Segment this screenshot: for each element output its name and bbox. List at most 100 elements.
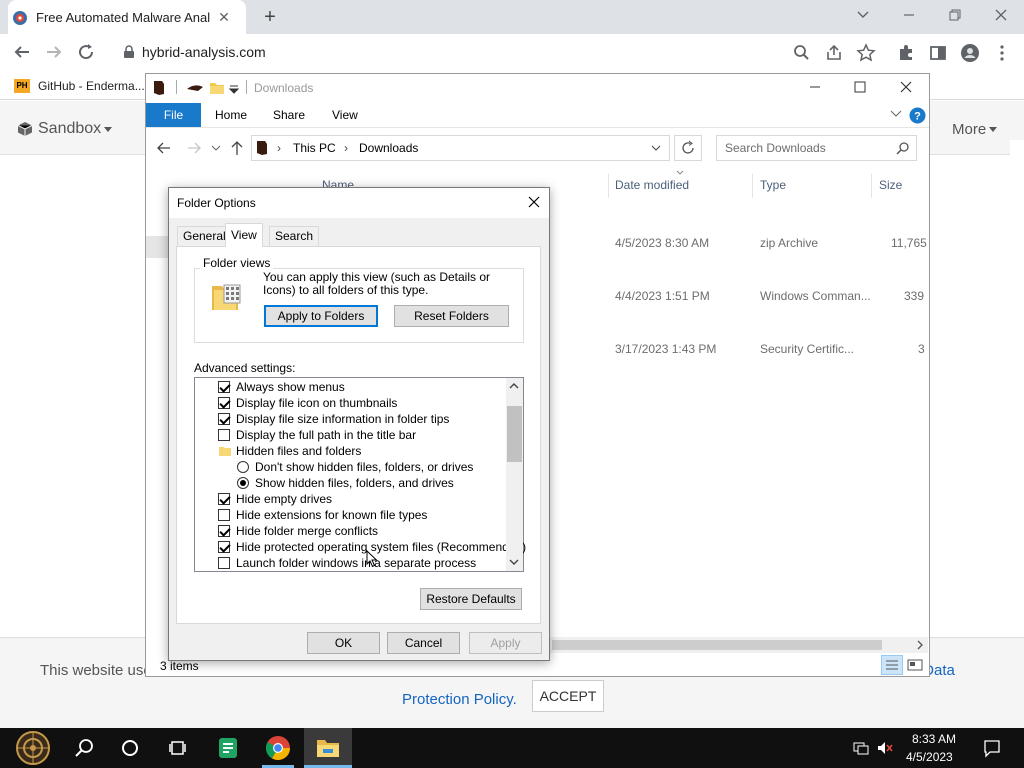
- setting-hide-protected-os-files[interactable]: Hide protected operating system files (R…: [218, 539, 526, 555]
- browser-close-icon[interactable]: [981, 4, 1021, 26]
- checkbox-icon[interactable]: [218, 509, 230, 521]
- column-separator[interactable]: [871, 174, 872, 198]
- checkbox-icon[interactable]: [218, 541, 230, 553]
- scroll-down-icon[interactable]: [509, 558, 519, 566]
- breadcrumb-this-pc[interactable]: This PC: [293, 141, 336, 155]
- column-size[interactable]: Size: [879, 178, 902, 192]
- ribbon-expand-chevron-icon[interactable]: [890, 110, 902, 118]
- file-row-date[interactable]: 4/4/2023 1:51 PM: [615, 289, 710, 303]
- forward-arrow-icon[interactable]: [42, 40, 66, 64]
- qa-customize-icon[interactable]: [229, 84, 239, 94]
- setting-display-full-path[interactable]: Display the full path in the title bar: [218, 427, 498, 443]
- task-view-icon[interactable]: [162, 732, 194, 764]
- dialog-close-icon[interactable]: [520, 190, 548, 214]
- checkbox-icon[interactable]: [218, 525, 230, 537]
- ribbon-home-tab[interactable]: Home: [215, 108, 247, 122]
- breadcrumb-downloads[interactable]: Downloads: [359, 141, 418, 155]
- radio-icon[interactable]: [237, 461, 249, 473]
- properties-icon[interactable]: [186, 83, 204, 93]
- explorer-search-icon[interactable]: [896, 141, 910, 155]
- file-row-type[interactable]: Windows Comman...: [760, 289, 871, 303]
- radio-icon[interactable]: [237, 477, 249, 489]
- explorer-search-placeholder[interactable]: Search Downloads: [725, 141, 826, 155]
- checkbox-icon[interactable]: [218, 557, 230, 569]
- setting-hide-empty-drives[interactable]: Hide empty drives: [218, 491, 498, 507]
- tab-general[interactable]: General: [177, 226, 232, 246]
- reload-icon[interactable]: [74, 40, 98, 64]
- tab-close-icon[interactable]: ✕: [216, 9, 232, 25]
- setting-hide-extensions[interactable]: Hide extensions for known file types: [218, 507, 498, 523]
- setting-always-show-menus[interactable]: Always show menus: [218, 379, 498, 395]
- sheets-app-icon[interactable]: [212, 732, 244, 764]
- taskbar-search-icon[interactable]: [68, 732, 100, 764]
- tab-search[interactable]: Search: [269, 226, 320, 246]
- file-explorer-taskbar-icon[interactable]: [312, 732, 344, 764]
- file-row-date[interactable]: 3/17/2023 1:43 PM: [615, 342, 716, 356]
- file-row-type[interactable]: zip Archive: [760, 236, 818, 250]
- profile-avatar-icon[interactable]: [960, 43, 980, 63]
- checkbox-icon[interactable]: [218, 397, 230, 409]
- side-panel-icon[interactable]: [928, 43, 948, 63]
- back-arrow-icon[interactable]: [10, 40, 34, 64]
- bookmark-star-icon[interactable]: [856, 43, 876, 63]
- help-icon[interactable]: ?: [909, 107, 926, 124]
- cortana-icon[interactable]: [114, 732, 146, 764]
- file-row-size[interactable]: 3: [918, 342, 925, 356]
- new-tab-button[interactable]: +: [258, 6, 282, 28]
- column-type[interactable]: Type: [760, 178, 786, 192]
- setting-dont-show-hidden[interactable]: Don't show hidden files, folders, or dri…: [237, 459, 499, 475]
- reset-folders-button[interactable]: Reset Folders: [394, 305, 509, 327]
- setting-display-file-size[interactable]: Display file size information in folder …: [218, 411, 498, 427]
- cancel-button[interactable]: Cancel: [387, 632, 460, 654]
- start-button-icon[interactable]: [14, 730, 52, 766]
- explorer-forward-icon[interactable]: [186, 141, 202, 155]
- ribbon-share-tab[interactable]: Share: [273, 108, 305, 122]
- column-separator[interactable]: [752, 174, 753, 198]
- hscroll-right-icon[interactable]: [916, 640, 924, 650]
- tab-view[interactable]: View: [225, 223, 263, 247]
- setting-display-file-icon[interactable]: Display file icon on thumbnails: [218, 395, 498, 411]
- ribbon-file-tab[interactable]: File: [146, 103, 201, 127]
- file-row-type[interactable]: Security Certific...: [760, 342, 854, 356]
- apply-to-folders-button[interactable]: Apply to Folders: [264, 305, 378, 327]
- restore-defaults-button[interactable]: Restore Defaults: [420, 588, 522, 610]
- explorer-minimize-icon[interactable]: [792, 76, 838, 98]
- chrome-taskbar-icon[interactable]: [262, 732, 294, 764]
- extensions-puzzle-icon[interactable]: [896, 43, 916, 63]
- share-icon[interactable]: [824, 43, 844, 63]
- zoom-search-icon[interactable]: [792, 43, 812, 63]
- bookmark-github[interactable]: GitHub - Enderma...: [38, 79, 145, 93]
- taskbar-clock-date[interactable]: 4/5/2023: [906, 750, 953, 764]
- scroll-up-icon[interactable]: [509, 382, 519, 390]
- setting-hide-merge-conflicts[interactable]: Hide folder merge conflicts: [218, 523, 498, 539]
- address-dropdown-icon[interactable]: [651, 145, 661, 151]
- up-folder-icon[interactable]: [230, 140, 244, 156]
- recent-locations-icon[interactable]: [211, 145, 221, 151]
- ribbon-view-tab[interactable]: View: [332, 108, 358, 122]
- explorer-close-icon[interactable]: [883, 76, 929, 98]
- file-row-size[interactable]: 11,765: [891, 236, 927, 250]
- setting-launch-separate-process[interactable]: Launch folder windows in a separate proc…: [218, 555, 498, 571]
- taskbar-clock-time[interactable]: 8:33 AM: [912, 732, 956, 746]
- sandbox-menu[interactable]: Sandbox: [38, 120, 101, 138]
- network-icon[interactable]: [852, 740, 870, 756]
- explorer-app-icon[interactable]: [152, 80, 166, 96]
- file-row-size[interactable]: 339: [904, 289, 924, 303]
- tab-search-chevron-icon[interactable]: [843, 4, 883, 26]
- setting-show-hidden[interactable]: Show hidden files, folders, and drives: [237, 475, 499, 491]
- ok-button[interactable]: OK: [307, 632, 380, 654]
- browser-restore-icon[interactable]: [935, 4, 975, 26]
- advanced-list-scroll-thumb[interactable]: [507, 406, 522, 462]
- explorer-hscroll-thumb[interactable]: [552, 640, 882, 650]
- checkbox-icon[interactable]: [218, 413, 230, 425]
- large-icons-view-icon[interactable]: [905, 656, 925, 674]
- column-separator[interactable]: [608, 174, 609, 198]
- browser-menu-icon[interactable]: [992, 43, 1012, 63]
- address-url[interactable]: hybrid-analysis.com: [142, 44, 266, 60]
- details-view-icon[interactable]: [881, 655, 903, 675]
- file-row-date[interactable]: 4/5/2023 8:30 AM: [615, 236, 709, 250]
- notifications-icon[interactable]: [982, 738, 1002, 758]
- column-date-modified[interactable]: Date modified: [615, 178, 689, 192]
- explorer-maximize-icon[interactable]: [837, 76, 883, 98]
- volume-muted-icon[interactable]: [876, 740, 894, 756]
